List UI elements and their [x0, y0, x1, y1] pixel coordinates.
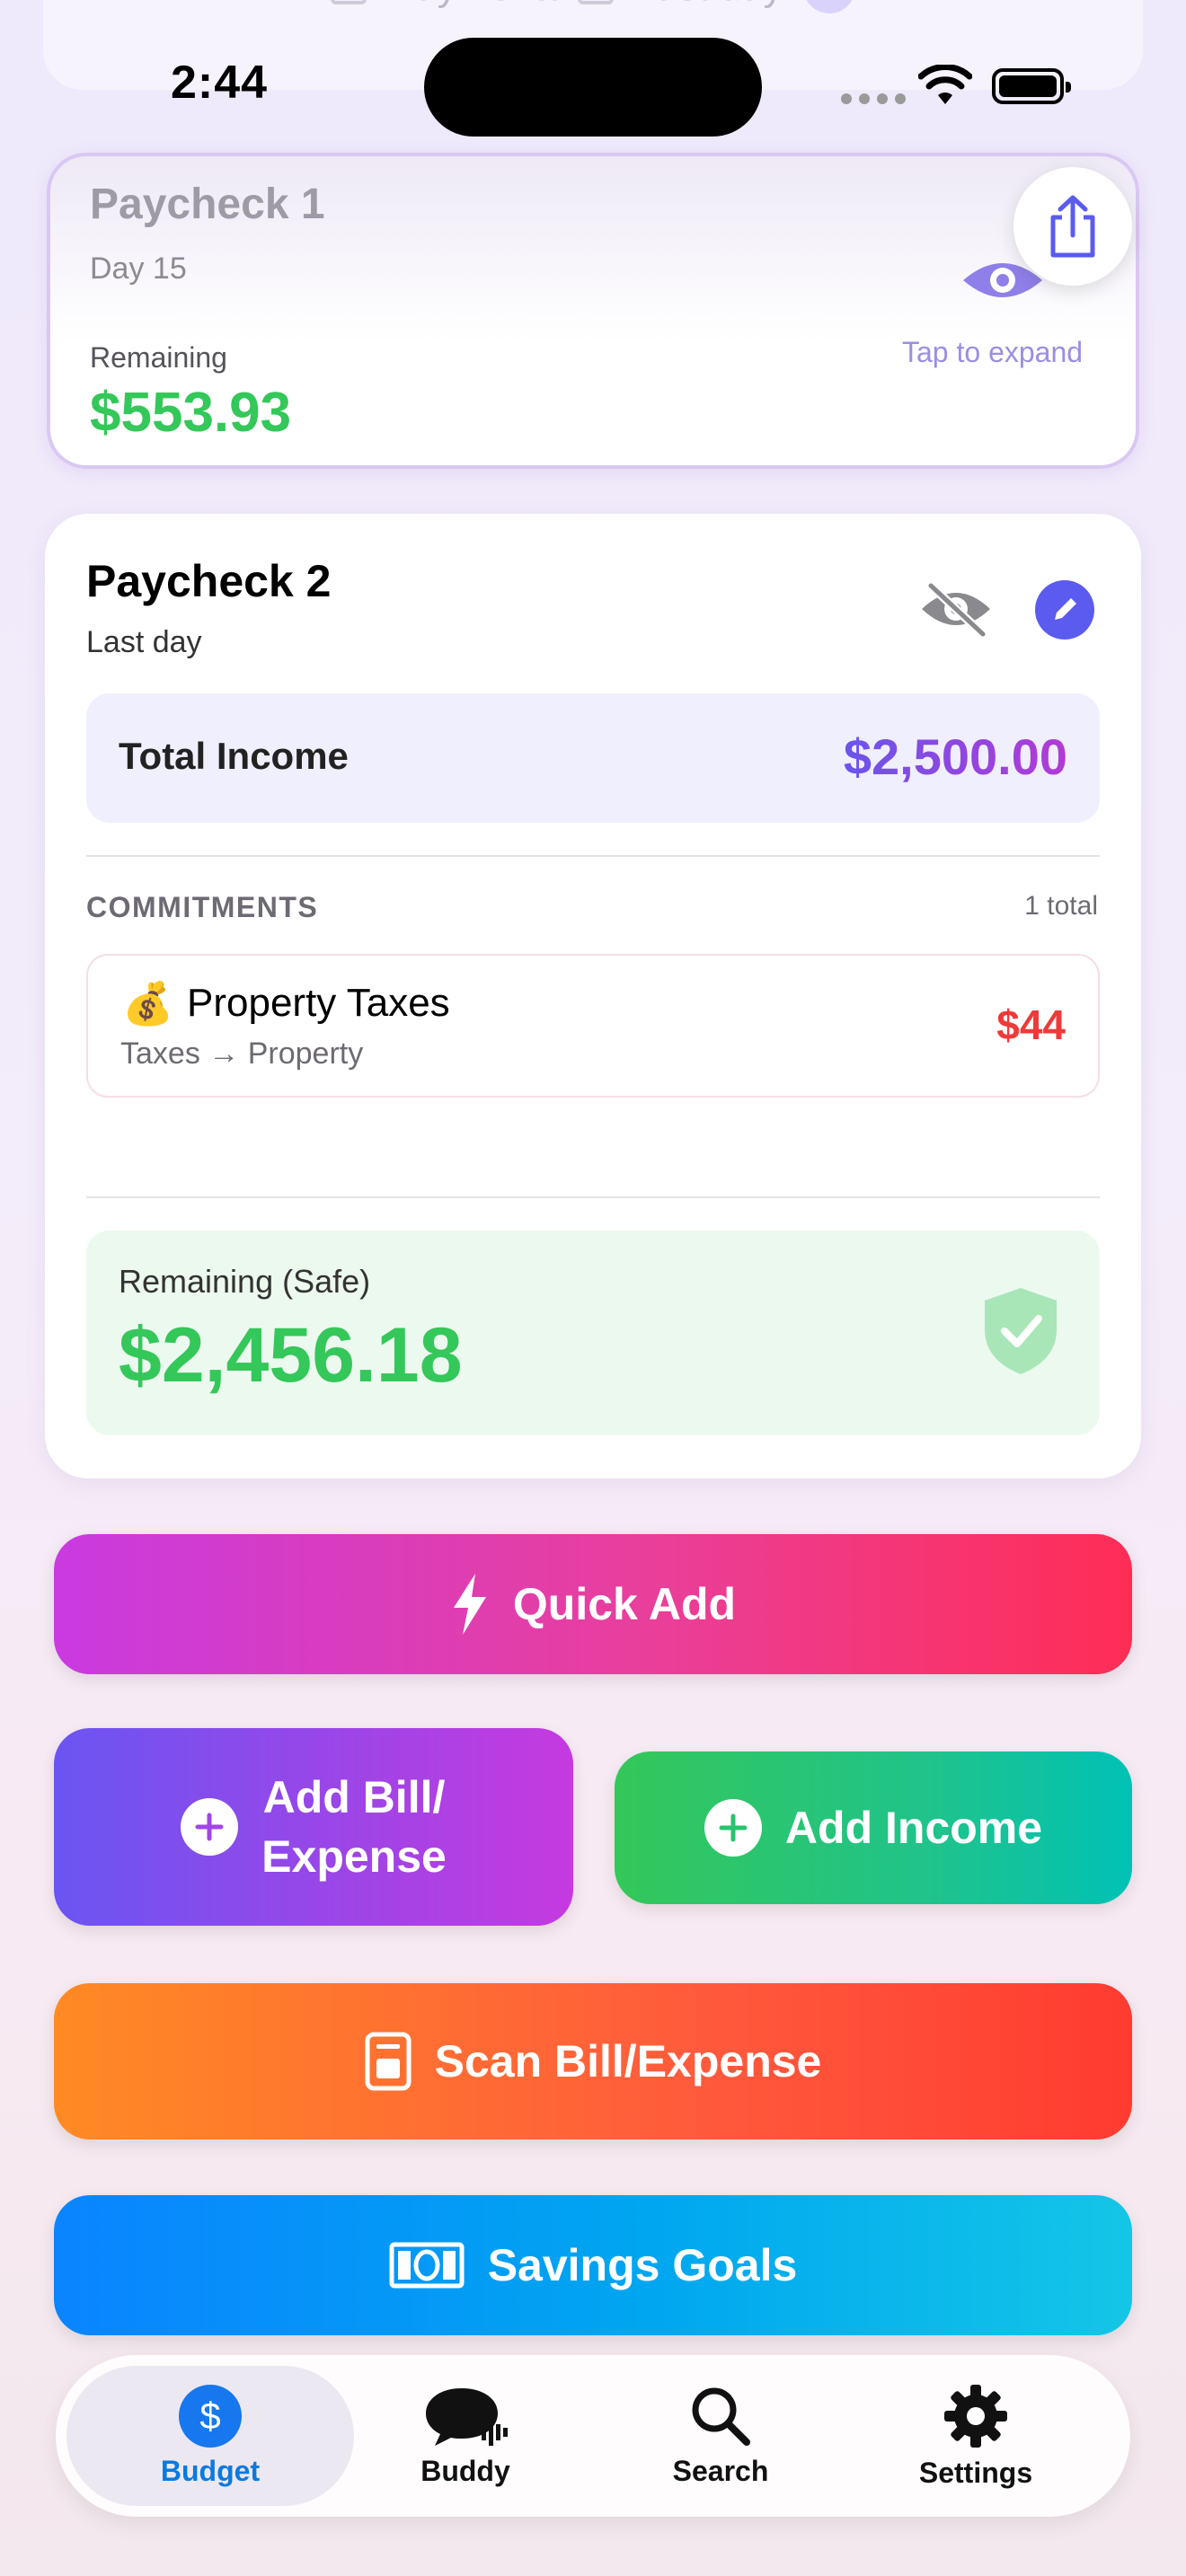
total-income-amount: $2,500.00 [843, 728, 1067, 785]
tab-settings-label: Settings [918, 2456, 1033, 2489]
remaining-safe-label: Remaining (Safe) [119, 1263, 371, 1300]
add-income-button[interactable]: Add Income [615, 1751, 1132, 1904]
add-bill-label-line2: Expense [261, 1831, 447, 1882]
header-ampersand: & [532, 0, 558, 10]
bolt-icon [453, 1574, 486, 1635]
paycheck-2-subtitle: Last day [86, 625, 202, 659]
edit-paycheck-button[interactable] [1035, 580, 1094, 640]
paycheck-2-card: Paycheck 2 Last day Total Income $2,500.… [45, 514, 1141, 1478]
tab-budget[interactable]: $ Budget [66, 2366, 354, 2506]
tab-budget-label: Budget [160, 2454, 261, 2487]
total-income-row: Total Income $2,500.00 [86, 693, 1100, 823]
tab-search-label: Search [672, 2454, 769, 2487]
header-first-label: Day 15 [386, 0, 511, 10]
remaining-safe-box: Remaining (Safe) $2,456.18 [86, 1231, 1100, 1435]
total-income-label: Total Income [119, 735, 349, 777]
commitments-heading: COMMITMENTS [86, 891, 319, 923]
edit-icon[interactable] [802, 0, 855, 13]
search-icon [692, 2387, 750, 2446]
paycheck-1-subtitle: Day 15 [90, 251, 187, 286]
calendar-icon [578, 0, 615, 4]
paycheck-1-remaining-amount: $553.93 [90, 382, 292, 444]
share-button[interactable] [1013, 167, 1132, 286]
scan-bill-label: Scan Bill/Expense [434, 2036, 822, 2086]
banknote-icon [389, 2242, 465, 2289]
quick-add-label: Quick Add [512, 1579, 737, 1629]
commitment-item[interactable]: 💰 Property Taxes Taxes → Property $44 [86, 954, 1100, 1098]
tab-search[interactable]: Search [577, 2366, 864, 2506]
status-time: 2:44 [171, 57, 269, 109]
add-bill-label-line1: Add Bill/ [262, 1772, 446, 1822]
divider [86, 1196, 1100, 1198]
chat-bubble-icon [426, 2387, 508, 2446]
tab-buddy-label: Buddy [420, 2454, 510, 2487]
divider [86, 855, 1100, 857]
quick-add-button[interactable]: Quick Add [54, 1534, 1132, 1674]
pencil-icon [1055, 598, 1076, 620]
commitment-name: Property Taxes [187, 981, 450, 1025]
savings-goals-button[interactable]: Savings Goals [54, 2195, 1132, 2335]
document-scan-icon [365, 2032, 412, 2091]
dynamic-island [424, 38, 762, 137]
add-bill-button[interactable]: Add Bill/ Expense [54, 1728, 573, 1926]
paycheck-1-remaining-label: Remaining [90, 341, 227, 374]
commitment-category: Taxes → Property [120, 1037, 364, 1071]
plus-circle-icon [704, 1799, 762, 1857]
paycheck-1-title: Paycheck 1 [90, 181, 325, 228]
tab-buddy[interactable]: Buddy [322, 2366, 609, 2506]
signal-dots-icon [841, 93, 906, 104]
paycheck-2-title: Paycheck 2 [86, 556, 332, 606]
eye-slash-icon[interactable] [918, 580, 994, 638]
commitment-amount: $44 [996, 1001, 1066, 1048]
battery-icon [992, 68, 1071, 104]
paycheck-1-card[interactable]: Paycheck 1 Day 15 Remaining $553.93 Tap … [47, 153, 1139, 469]
gear-icon [944, 2384, 1007, 2448]
tab-bar: $ Budget Buddy Search Settings [56, 2355, 1130, 2517]
commitments-count: 1 total [1024, 891, 1098, 921]
tap-to-expand-hint: Tap to expand [902, 336, 1084, 368]
remaining-safe-amount: $2,456.18 [119, 1312, 463, 1398]
scan-bill-button[interactable]: Scan Bill/Expense [54, 1983, 1132, 2139]
plus-circle-icon [181, 1798, 239, 1856]
shield-check-icon [985, 1288, 1057, 1374]
add-income-label: Add Income [784, 1803, 1043, 1853]
calendar-icon [331, 0, 367, 4]
share-icon [1050, 195, 1095, 258]
header-second-label: Last day [633, 0, 783, 10]
tab-settings[interactable]: Settings [832, 2366, 1120, 2506]
savings-goals-label: Savings Goals [487, 2240, 798, 2290]
dollar-circle-icon: $ [179, 2384, 242, 2448]
wifi-icon [918, 65, 972, 104]
money-bag-icon: 💰 [122, 980, 174, 1027]
